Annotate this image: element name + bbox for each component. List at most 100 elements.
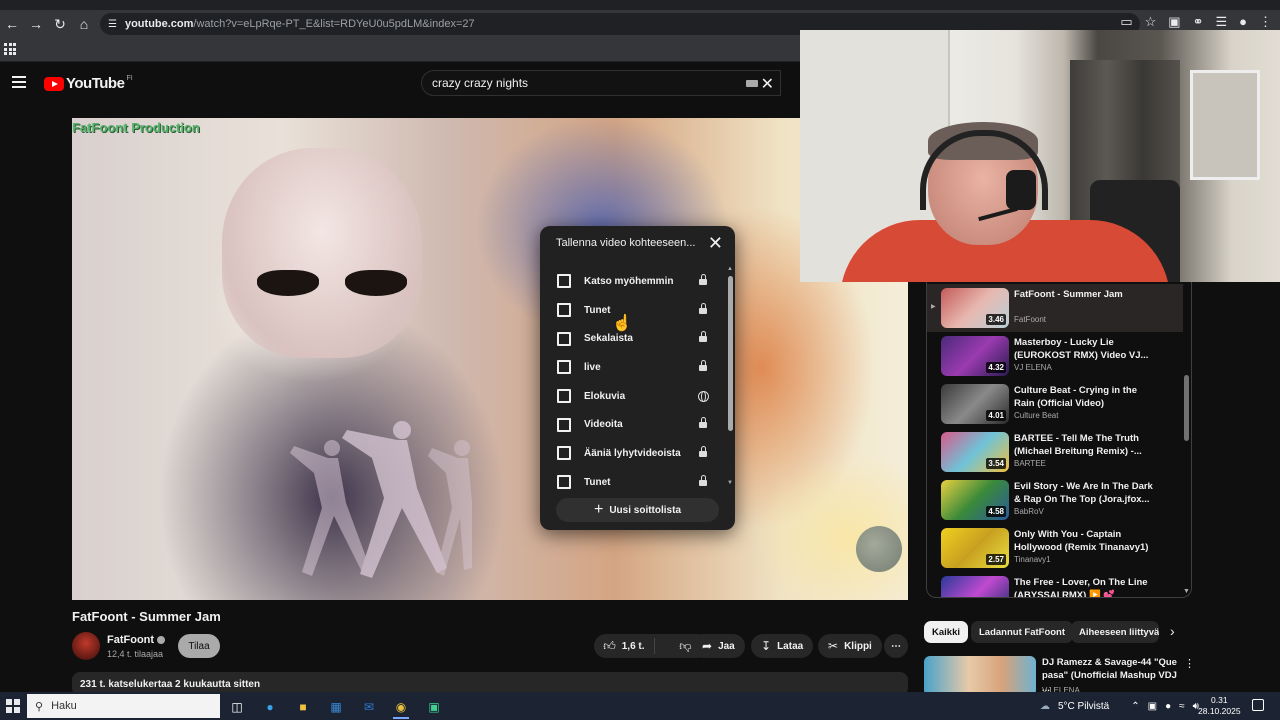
playlist-row-title: Culture Beat - Crying in the Rain (Offic… [1014, 385, 1137, 409]
video-annotation-orb[interactable] [856, 526, 902, 572]
youtube-play-icon [44, 76, 64, 91]
playlist-name: Tunet [584, 476, 611, 488]
playlist-option[interactable]: Katso myöhemmin [540, 267, 730, 296]
dialog-title: Tallenna video kohteeseen... [556, 237, 696, 249]
lock-icon [697, 302, 709, 316]
playlist-row-channel: Tinanavy1 [1014, 555, 1051, 564]
scroll-down-icon[interactable]: ▼ [727, 480, 733, 486]
checkbox[interactable] [557, 446, 571, 461]
clip-label: Klippi [844, 640, 872, 652]
playlist-row[interactable]: The Free - Lover, On The Line (ABYSSAI R… [927, 572, 1183, 597]
keyboard-icon[interactable] [746, 80, 758, 87]
browser-tab-strip [0, 0, 1280, 10]
browser-menu-icon[interactable]: ⋮ [1259, 14, 1272, 30]
toolbar-icons: ▭ ☆ ▣ ⚭ ☰ ● ⋮ [1120, 14, 1272, 30]
playlist-option[interactable]: Sekalaista [540, 324, 730, 353]
extensions-icon[interactable]: ▣ [1168, 14, 1180, 30]
password-key-icon[interactable]: ⚭ [1193, 14, 1204, 30]
forward-icon[interactable]: → [24, 12, 48, 36]
scroll-down-icon[interactable]: ▼ [1183, 588, 1190, 595]
checkbox[interactable] [557, 475, 571, 490]
playlist-option[interactable]: Tunet [540, 296, 730, 325]
mail-icon[interactable]: ✉ [358, 696, 380, 718]
checkbox[interactable] [557, 331, 571, 346]
dialog-scrollbar[interactable] [728, 276, 733, 431]
chevron-up-icon[interactable]: ⌃ [1131, 701, 1139, 712]
checkbox[interactable] [557, 417, 571, 432]
playlist-row[interactable]: 4.01 Culture Beat - Crying in the Rain (… [927, 380, 1183, 428]
new-playlist-button[interactable]: + Uusi soittolista [556, 498, 719, 522]
checkbox[interactable] [557, 389, 571, 404]
clock[interactable]: 0.31 28.10.2025 [1198, 695, 1241, 717]
chip-uploaded-by[interactable]: Ladannut FatFoont [971, 621, 1074, 643]
playlist-option[interactable]: Ääniä lyhytvideoista [540, 439, 730, 468]
share-button[interactable]: ➦ Jaa [692, 634, 745, 658]
profile-avatar-icon[interactable]: ● [1239, 14, 1247, 30]
store-icon[interactable]: ▦ [325, 696, 347, 718]
playlist-row[interactable]: 4.58 Evil Story - We Are In The Dark & R… [927, 476, 1183, 524]
file-explorer-icon[interactable]: ■ [292, 696, 314, 718]
weather-cloud-icon[interactable]: ☁ [1040, 701, 1050, 712]
chrome-icon[interactable]: ◉ [390, 696, 412, 719]
back-icon[interactable]: ← [0, 12, 24, 36]
playlist-name: Videoita [584, 419, 623, 431]
checkbox[interactable] [557, 274, 571, 289]
media-app-icon[interactable]: ▣ [423, 696, 445, 718]
chip-related[interactable]: Aiheeseen liittyvät [1071, 621, 1159, 643]
video-player[interactable]: FatFoont Production [72, 118, 908, 600]
media-controls-icon[interactable]: ☰ [1215, 14, 1227, 30]
chevron-right-icon[interactable]: › [1170, 623, 1175, 639]
playlist-row[interactable]: ▶ 3.46 FatFoont - Summer Jam FatFoont [927, 284, 1183, 332]
reload-icon[interactable]: ↻ [48, 12, 72, 36]
weather-text[interactable]: 5°C Pilvistä [1058, 701, 1109, 712]
recommendation-thumbnail[interactable] [924, 656, 1036, 696]
channel-avatar[interactable] [72, 632, 100, 660]
like-button[interactable]: 👍︎ 1,6 t. [594, 638, 655, 654]
notification-icon[interactable] [1252, 699, 1264, 711]
home-icon[interactable]: ⌂ [72, 12, 96, 36]
playlist-option[interactable]: Tunet [540, 468, 730, 497]
cast-icon[interactable]: ▭ [1120, 14, 1132, 30]
checkbox[interactable] [557, 360, 571, 375]
playlist-option[interactable]: Elokuvia [540, 382, 730, 411]
task-view-icon[interactable]: ◫ [226, 696, 248, 718]
site-info-icon[interactable]: ☰ [108, 19, 117, 30]
playlist-row[interactable]: 4.32 Masterboy - Lucky Lie (EUROKOST RMX… [927, 332, 1183, 380]
checkbox[interactable] [557, 303, 571, 318]
wifi-icon[interactable]: ≈ [1179, 701, 1185, 712]
playlist-option[interactable]: Videoita [540, 410, 730, 439]
playlist-row[interactable]: 3.54 BARTEE - Tell Me The Truth (Michael… [927, 428, 1183, 476]
search-input[interactable]: crazy crazy nights ✕ [421, 70, 781, 96]
playlist-row-channel: BabRoV [1014, 507, 1044, 516]
close-icon[interactable]: ✕ [708, 234, 723, 252]
channel-name[interactable]: FatFoont [107, 634, 166, 646]
apps-grid-icon[interactable] [4, 43, 16, 55]
playlist-row[interactable]: 2.57 Only With You - Captain Hollywood (… [927, 524, 1183, 572]
headset-earcup [1006, 170, 1036, 210]
video-title: FatFoont - Summer Jam [72, 609, 221, 624]
url-path: /watch?v=eLpRqe-PT_E&list=RDYeU0u5pdLM&i… [193, 18, 475, 30]
clip-button[interactable]: ✂ Klippi [818, 634, 882, 658]
lock-icon [697, 474, 709, 488]
more-vert-icon[interactable]: ⋮ [1184, 657, 1195, 670]
taskbar-search-input[interactable]: ⚲ Haku [27, 694, 220, 718]
video-frame-sunglasses [257, 270, 407, 300]
more-actions-button[interactable]: ⋯ [884, 634, 908, 658]
bookmark-star-icon[interactable]: ☆ [1145, 14, 1157, 30]
edge-icon[interactable]: ● [259, 696, 281, 718]
lock-icon [697, 359, 709, 373]
playlist-option[interactable]: live [540, 353, 730, 382]
youtube-logo[interactable]: YouTube FI [44, 75, 133, 92]
network-icon[interactable]: ▣ [1148, 701, 1157, 712]
windows-start-icon[interactable] [6, 699, 20, 713]
microphone-icon[interactable]: ● [1165, 701, 1171, 712]
scroll-up-icon[interactable]: ▲ [727, 266, 733, 272]
clear-search-icon[interactable]: ✕ [761, 74, 774, 94]
menu-icon[interactable] [12, 76, 26, 88]
download-button[interactable]: ↧ Lataa [751, 634, 814, 658]
video-thumbnail: 3.54 [941, 432, 1009, 472]
subscribe-button[interactable]: Tilaa [178, 634, 220, 658]
playlist-scrollbar[interactable] [1184, 375, 1189, 441]
taskbar: ⚲ Haku ◫ ● ■ ▦ ✉ ◉ ▣ ☁ 5°C Pilvistä ⌃ ▣ … [0, 692, 1280, 720]
chip-all[interactable]: Kaikki [924, 621, 968, 643]
